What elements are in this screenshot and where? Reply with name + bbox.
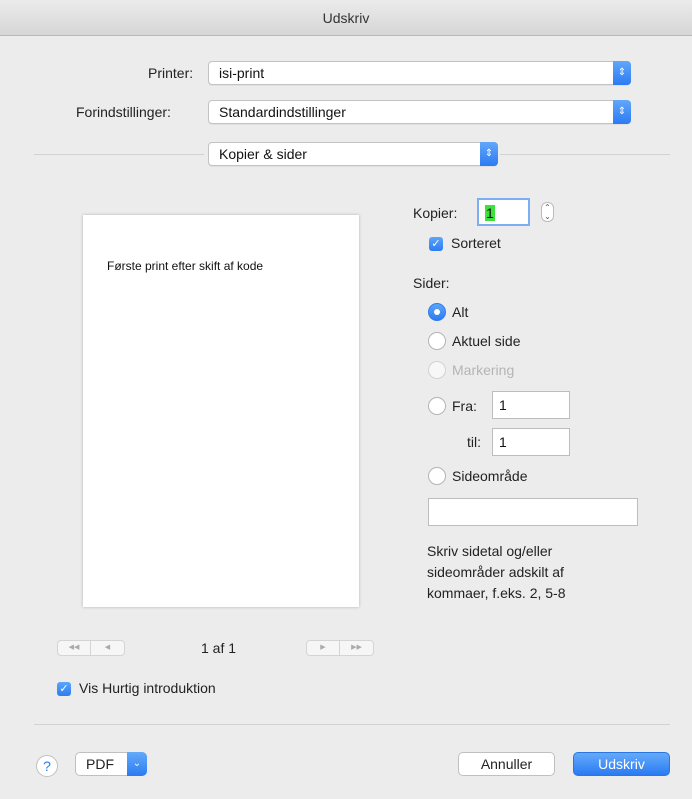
page-nav-back[interactable]: ◀◀ ◀ [57,640,125,656]
copies-label: Kopier: [413,205,458,221]
checkmark-icon: ✓ [431,238,441,250]
pages-label: Sider: [413,275,450,291]
pages-from-field[interactable]: 1 [492,391,570,419]
updown-chevrons-icon: ⇕ [480,142,498,166]
pages-all-label: Alt [452,304,469,320]
stepper-icon: ⌃ ⌄ [544,203,551,221]
pages-current-label: Aktuel side [452,333,521,349]
pdf-button[interactable]: PDF ⌄ [75,752,147,776]
pages-to-label: til: [467,434,481,450]
footer-separator [34,724,670,725]
chevron-down-icon: ⌄ [127,752,147,776]
pages-to-value: 1 [499,434,507,450]
separator-left [34,154,204,155]
preview-text: Første print efter skift af kode [107,259,264,273]
printer-value: isi-print [219,65,265,81]
printer-popup[interactable]: isi-print ⇕ [208,61,631,85]
page-info: 1 af 1 [201,640,237,656]
pages-from-value: 1 [499,397,507,413]
quick-intro-checkbox[interactable]: ✓ [57,682,71,696]
printer-label: Printer: [148,65,194,81]
pages-hint: Skriv sidetal og/eller sideområder adski… [427,543,566,601]
checkmark-icon: ✓ [59,683,69,695]
pages-selection-label: Markering [452,362,515,378]
next-page-icon[interactable]: ▶ [307,641,340,655]
help-button[interactable]: ? [36,755,58,777]
pages-all-radio[interactable] [428,303,446,321]
pages-selection-radio [428,361,446,379]
updown-chevrons-icon: ⇕ [613,61,631,85]
presets-label: Forindstillinger: [76,104,171,120]
updown-chevrons-icon: ⇕ [613,100,631,124]
last-page-icon[interactable]: ▶▶ [340,641,373,655]
pages-range-field[interactable] [428,498,638,526]
page-nav-forward[interactable]: ▶ ▶▶ [306,640,374,656]
previous-page-icon[interactable]: ◀ [91,641,124,655]
cancel-button[interactable]: Annuller [458,752,555,776]
section-popup[interactable]: Kopier & sider ⇕ [208,142,498,166]
copies-field[interactable]: 1 [477,198,530,226]
section-value: Kopier & sider [219,146,307,162]
print-button[interactable]: Udskriv [573,752,670,776]
presets-popup[interactable]: Standardindstillinger ⇕ [208,100,631,124]
pages-range-label: Sideområde [452,468,528,484]
presets-value: Standardindstillinger [219,104,346,120]
copies-stepper[interactable]: ⌃ ⌄ [541,202,554,222]
pdf-label: PDF [86,756,114,772]
pages-range-radio[interactable] [428,467,446,485]
separator-right [500,154,670,155]
print-preview: Første print efter skift af kode [83,215,359,607]
first-page-icon[interactable]: ◀◀ [58,641,91,655]
collated-label: Sorteret [451,235,501,251]
copies-value: 1 [485,205,495,221]
pages-from-radio[interactable] [428,397,446,415]
quick-intro-label: Vis Hurtig introduktion [79,680,216,696]
pages-from-label: Fra: [452,398,477,414]
pages-to-field[interactable]: 1 [492,428,570,456]
pages-current-radio[interactable] [428,332,446,350]
collated-checkbox[interactable]: ✓ [429,237,443,251]
window-title: Udskriv [0,0,692,36]
